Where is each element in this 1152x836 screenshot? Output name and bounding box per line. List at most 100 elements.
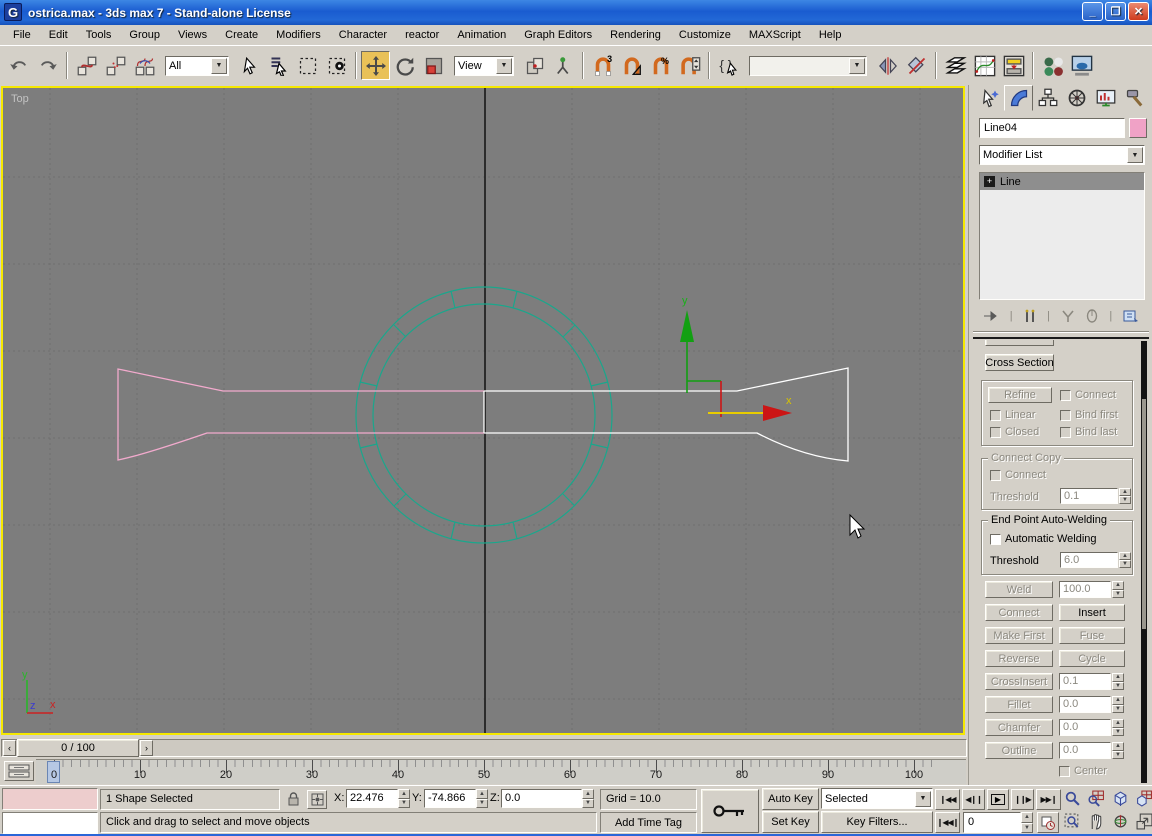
menu-create[interactable]: Create	[216, 27, 267, 43]
use-pivot-center-icon[interactable]	[520, 51, 549, 80]
menu-character[interactable]: Character	[330, 27, 396, 43]
tab-hierarchy-icon[interactable]	[1033, 85, 1062, 111]
title-bar[interactable]: G ostrica.max - 3ds max 7 - Stand-alone …	[0, 0, 1152, 25]
arc-rotate-icon[interactable]	[1109, 811, 1131, 832]
show-end-result-icon[interactable]	[1024, 309, 1036, 323]
rollout-scrollbar-thumb[interactable]	[1142, 399, 1146, 629]
bind-last-checkbox[interactable]: Bind last	[1060, 426, 1117, 438]
menu-graph-editors[interactable]: Graph Editors	[515, 27, 601, 43]
object-name-field[interactable]: Line04	[979, 118, 1125, 138]
center-checkbox[interactable]: Center	[1059, 765, 1107, 777]
chamfer-button[interactable]: Chamfer	[985, 719, 1053, 736]
tab-motion-icon[interactable]	[1062, 85, 1091, 111]
outline-spinner[interactable]: ▲ ▼	[1112, 742, 1124, 759]
pin-stack-icon[interactable]	[983, 309, 999, 323]
autoweld-threshold-field[interactable]: 6.0	[1060, 552, 1118, 568]
absolute-mode-toggle-icon[interactable]	[307, 790, 327, 809]
time-slider-handle[interactable]: 0 / 100	[17, 739, 139, 757]
rollout-scrollbar[interactable]	[1141, 341, 1147, 783]
selection-lock-icon[interactable]	[285, 790, 301, 808]
viewport-label[interactable]: Top	[11, 93, 29, 105]
menu-rendering[interactable]: Rendering	[601, 27, 670, 43]
key-filters-button[interactable]: Key Filters...	[821, 811, 933, 833]
restore-button[interactable]: ❐	[1105, 2, 1126, 21]
keyboard-shortcut-override-button[interactable]	[701, 789, 759, 833]
redo-icon[interactable]	[33, 51, 62, 80]
unlink-selection-icon[interactable]	[101, 51, 130, 80]
chamfer-spinner[interactable]: ▲ ▼	[1112, 719, 1124, 736]
mirror-icon[interactable]	[873, 51, 902, 80]
current-frame-spinner[interactable]: ▲ ▼	[1021, 812, 1033, 833]
next-frame-button[interactable]: ❙❙▶	[1011, 789, 1034, 810]
menu-maxscript[interactable]: MAXScript	[740, 27, 810, 43]
reverse-button[interactable]: Reverse	[985, 650, 1053, 667]
go-to-end-button[interactable]: ▶▶❙	[1036, 789, 1061, 810]
set-key-button[interactable]: Set Key	[762, 811, 819, 833]
fillet-spinner[interactable]: ▲ ▼	[1112, 696, 1124, 713]
insert-button[interactable]: Insert	[1059, 604, 1125, 621]
maxscript-mini-listener[interactable]	[2, 812, 98, 834]
weld-value-field[interactable]: 100.0	[1059, 581, 1111, 598]
chevron-down-icon[interactable]: ▼	[211, 57, 227, 74]
region-zoom-icon[interactable]	[1061, 811, 1083, 832]
add-time-tag[interactable]: Add Time Tag	[600, 812, 697, 833]
configure-modifier-sets-icon[interactable]	[1123, 309, 1139, 323]
expand-plus-icon[interactable]: +	[984, 176, 995, 187]
cycle-button[interactable]: Cycle	[1059, 650, 1125, 667]
z-coord-spinner[interactable]: ▲ ▼	[582, 789, 594, 808]
connect-copy-threshold-spinner[interactable]: ▲ ▼	[1119, 488, 1131, 504]
go-to-start-button[interactable]: ❙◀◀	[935, 789, 960, 810]
fuse-button[interactable]: Fuse	[1059, 627, 1125, 644]
fillet-value-field[interactable]: 0.0	[1059, 696, 1111, 713]
weld-button[interactable]: Weld	[985, 581, 1053, 598]
menu-file[interactable]: File	[4, 27, 40, 43]
viewport-top[interactable]: y x y z x Top	[1, 86, 965, 735]
tab-modify-icon[interactable]	[1004, 85, 1033, 111]
zoom-all-icon[interactable]	[1085, 788, 1107, 809]
rectangular-selection-region-icon[interactable]	[293, 51, 322, 80]
zoom-icon[interactable]	[1061, 788, 1083, 809]
menu-modifiers[interactable]: Modifiers	[267, 27, 330, 43]
menu-help[interactable]: Help	[810, 27, 851, 43]
time-slider-next-button[interactable]: ›	[140, 740, 153, 756]
connect-copy-threshold-field[interactable]: 0.1	[1060, 488, 1118, 504]
angle-snap-icon[interactable]	[617, 51, 646, 80]
material-editor-icon[interactable]	[1038, 51, 1067, 80]
remove-modifier-icon[interactable]	[1086, 309, 1098, 323]
menu-customize[interactable]: Customize	[670, 27, 740, 43]
schematic-view-icon[interactable]	[999, 51, 1028, 80]
spline-right-selected[interactable]	[483, 367, 849, 462]
select-and-link-icon[interactable]	[72, 51, 101, 80]
menu-animation[interactable]: Animation	[448, 27, 515, 43]
auto-key-button[interactable]: Auto Key	[762, 788, 819, 810]
crossinsert-spinner[interactable]: ▲ ▼	[1112, 673, 1124, 690]
tab-utilities-icon[interactable]	[1120, 85, 1149, 111]
tab-display-icon[interactable]	[1091, 85, 1120, 111]
menu-tools[interactable]: Tools	[77, 27, 121, 43]
x-coord-field[interactable]: 22.476	[346, 789, 398, 808]
minimize-button[interactable]: _	[1082, 2, 1103, 21]
time-ruler[interactable]: 0 10 20 30 40 50 60 70 80 90 100	[36, 759, 966, 784]
autoweld-threshold-spinner[interactable]: ▲ ▼	[1119, 552, 1131, 568]
zoom-extents-all-icon[interactable]	[1133, 788, 1152, 809]
gizmo-x-arrow[interactable]	[763, 405, 792, 421]
x-coord-spinner[interactable]: ▲ ▼	[398, 789, 410, 808]
weld-spinner[interactable]: ▲ ▼	[1112, 581, 1124, 598]
gizmo-y-arrow[interactable]	[680, 310, 694, 342]
modifier-list-dropdown[interactable]: Modifier List ▼	[979, 145, 1145, 165]
crossinsert-button[interactable]: CrossInsert	[985, 673, 1053, 690]
attach-mult-button-clipped[interactable]	[985, 340, 1054, 346]
open-mini-curve-editor-icon[interactable]	[4, 761, 34, 781]
snap-toggle-3d-icon[interactable]: 3	[588, 51, 617, 80]
key-mode-toggle-button[interactable]: ❙◀◀❙	[935, 812, 960, 833]
menu-group[interactable]: Group	[120, 27, 169, 43]
crossinsert-value-field[interactable]: 0.1	[1059, 673, 1111, 690]
reference-coordinate-system-dropdown[interactable]: View ▼	[454, 55, 514, 76]
y-coord-spinner[interactable]: ▲ ▼	[476, 789, 488, 808]
previous-frame-button[interactable]: ◀❙❙	[962, 789, 985, 810]
key-filter-set-dropdown[interactable]: Selected ▼	[821, 788, 933, 809]
select-and-manipulate-icon[interactable]	[549, 51, 578, 80]
chevron-down-icon[interactable]: ▼	[849, 57, 865, 74]
outline-value-field[interactable]: 0.0	[1059, 742, 1111, 759]
select-by-name-icon[interactable]	[264, 51, 293, 80]
